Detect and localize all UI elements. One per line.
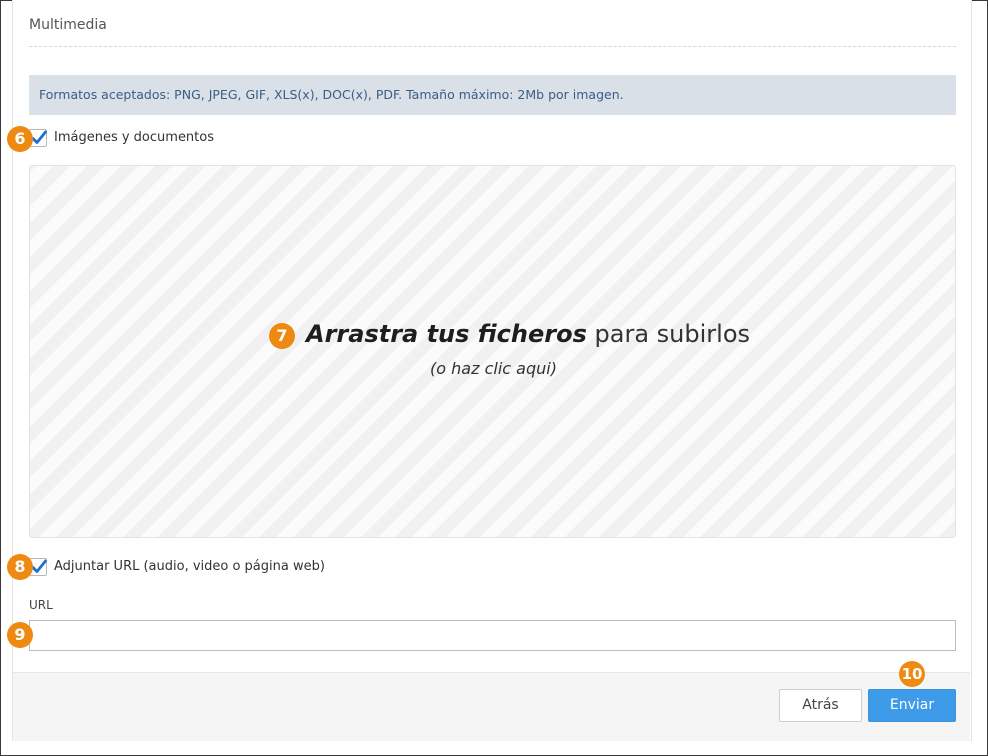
step-badge-6: 6 xyxy=(7,126,33,152)
url-input[interactable] xyxy=(29,620,956,651)
images-checkbox-label: Imágenes y documentos xyxy=(54,130,214,145)
check-icon xyxy=(31,130,47,144)
check-icon xyxy=(31,559,47,573)
dropzone-title-bold: Arrastra tus ficheros xyxy=(306,320,587,348)
dropzone-subtitle: (o haz clic aqui) xyxy=(430,359,557,378)
send-button[interactable]: Enviar xyxy=(868,689,956,722)
dropzone-title-light: para subirlos xyxy=(594,320,750,348)
step-badge-7: 7 xyxy=(269,323,295,349)
info-banner: Formatos aceptados: PNG, JPEG, GIF, XLS(… xyxy=(29,75,956,115)
section-divider xyxy=(29,46,956,47)
step-badge-8: 8 xyxy=(7,554,33,580)
url-checkbox-label: Adjuntar URL (audio, video o página web) xyxy=(54,559,325,574)
dropzone-title: Arrastra tus ficheros para subirlos xyxy=(306,320,750,348)
back-button[interactable]: Atrás xyxy=(779,689,862,722)
section-title: Multimedia xyxy=(29,17,107,33)
file-dropzone[interactable]: Arrastra tus ficheros para subirlos (o h… xyxy=(29,165,956,538)
step-badge-10: 10 xyxy=(899,661,925,687)
step-badge-9: 9 xyxy=(7,622,33,648)
url-field-label: URL xyxy=(29,598,53,612)
